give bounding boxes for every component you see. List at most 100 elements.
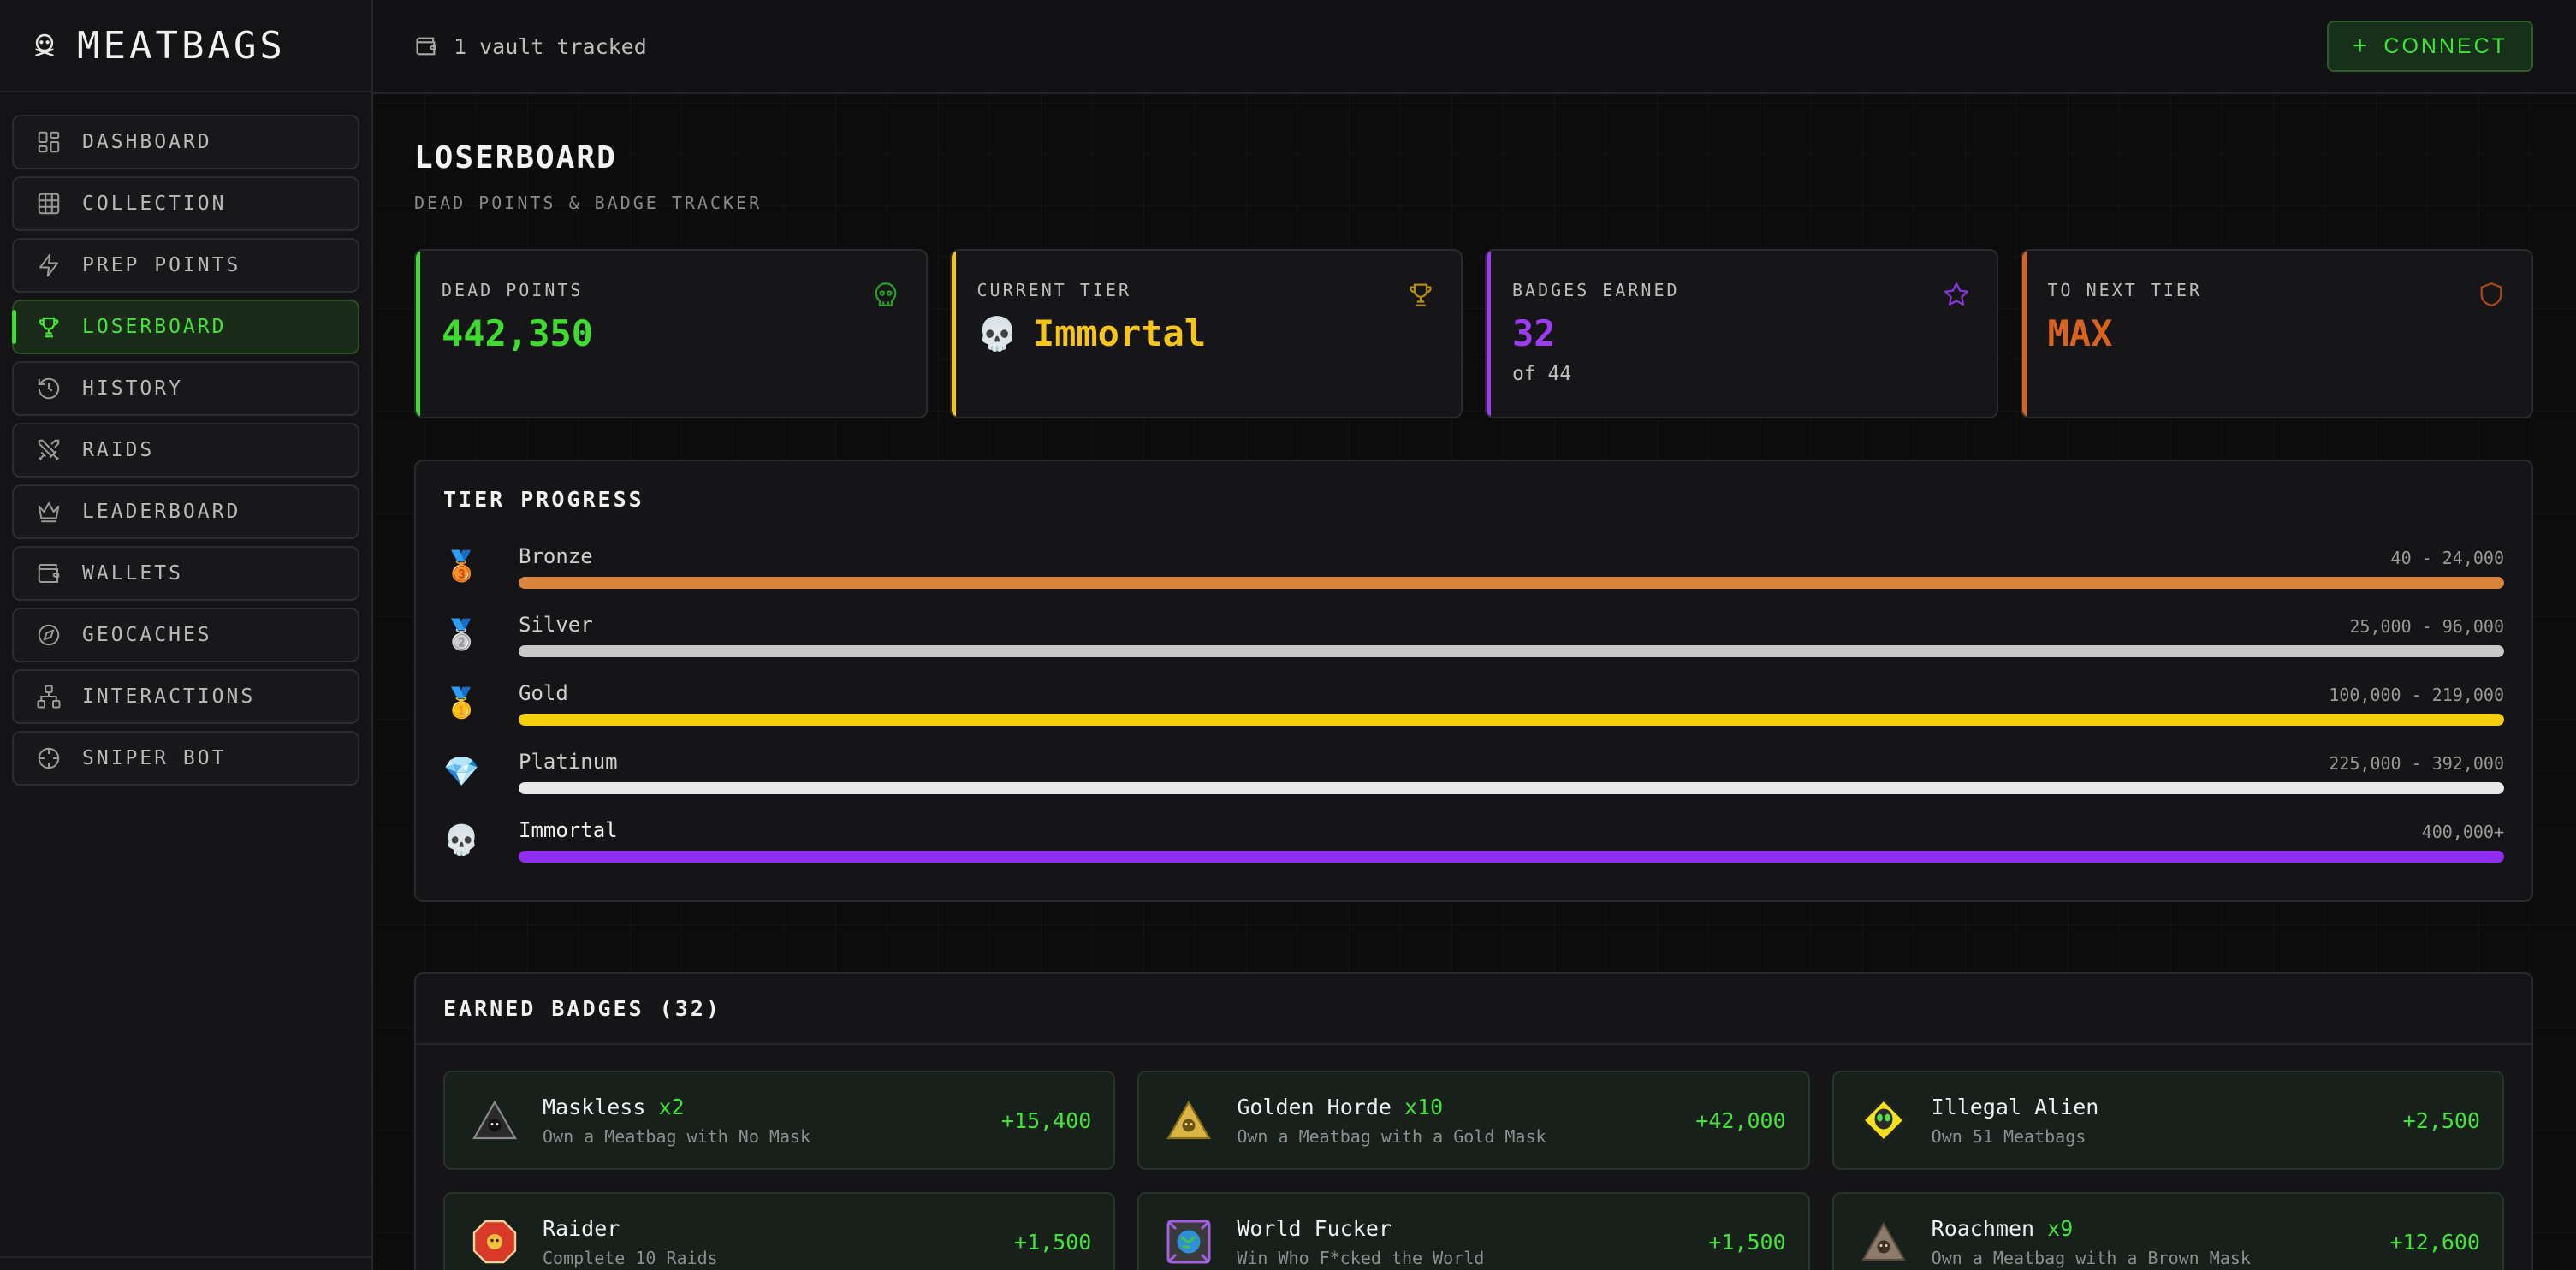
- crosshair-icon: [38, 747, 60, 769]
- tier-progress-panel: TIER PROGRESS 🥉 Bronze 40 - 24,000 🥈 Sil…: [414, 460, 2533, 902]
- badge-name: Illegal Alien: [1931, 1094, 2099, 1119]
- sidebar-item-sniper-bot[interactable]: SNIPER BOT: [12, 731, 359, 786]
- tier-progress-track: [519, 782, 2504, 794]
- sidebar-item-label: LOSERBOARD: [82, 316, 227, 338]
- skull-icon: [875, 282, 896, 306]
- brand[interactable]: MEATBAGS: [0, 0, 371, 92]
- sidebar-item-label: LEADERBOARD: [82, 501, 241, 523]
- badge-description: Own a Meatbag with a Brown Mask: [1931, 1247, 2251, 1268]
- stat-value: 💀 Immortal: [977, 312, 1436, 354]
- tier-progress-fill: [519, 782, 2504, 794]
- current-tier-name: Immortal: [1032, 312, 1207, 354]
- crown-icon: [38, 502, 60, 523]
- sidebar-item-label: WALLETS: [82, 562, 183, 585]
- tier-range: 25,000 - 96,000: [2349, 616, 2504, 637]
- tier-progress-track: [519, 645, 2504, 657]
- stat-value: 442,350: [442, 312, 594, 354]
- stat-label: DEAD POINTS: [442, 280, 584, 300]
- trophy-icon: [1410, 283, 1432, 306]
- sidebar: MEATBAGS DASHBOARD COLLECTION PREP POINT…: [0, 0, 373, 1270]
- roachmen-badge-icon: [1861, 1221, 1906, 1261]
- history-icon: [38, 377, 60, 400]
- sidebar-item-prep-points[interactable]: PREP POINTS: [12, 238, 359, 293]
- tier-progress-track: [519, 577, 2504, 589]
- sidebar-item-leaderboard[interactable]: LEADERBOARD: [12, 484, 359, 539]
- sidebar-item-dashboard[interactable]: DASHBOARD: [12, 115, 359, 169]
- badge-points: +2,500: [2402, 1107, 2480, 1133]
- sidebar-item-label: HISTORY: [82, 377, 183, 400]
- badge-card-golden-horde[interactable]: Golden Horde x10 Own a Meatbag with a Go…: [1137, 1071, 1810, 1170]
- badge-name: Golden Horde: [1237, 1094, 1392, 1119]
- bronze-medal-icon: 🥉: [443, 549, 480, 584]
- app: MEATBAGS DASHBOARD COLLECTION PREP POINT…: [0, 0, 2576, 1270]
- shield-icon: [2480, 282, 2502, 306]
- sidebar-item-collection[interactable]: COLLECTION: [12, 176, 359, 231]
- loserboard-page: LOSERBOARD DEAD POINTS & BADGE TRACKER D…: [373, 94, 2576, 1270]
- badge-description: Win Who F*cked the World: [1237, 1247, 1485, 1268]
- wallet-icon: [416, 37, 436, 56]
- sidebar-item-loserboard[interactable]: LOSERBOARD: [12, 300, 359, 354]
- diamond-icon: 💎: [443, 755, 480, 789]
- dashboard-icon: [38, 131, 60, 153]
- main-content: 1 vault tracked + CONNECT LOSERBOARD DEA…: [373, 0, 2576, 1270]
- badges-grid: Maskless x2 Own a Meatbag with No Mask +…: [416, 1045, 2531, 1270]
- vault-count-text: 1 vault tracked: [454, 33, 647, 59]
- topbar: 1 vault tracked + CONNECT: [373, 0, 2576, 94]
- sidebar-item-interactions[interactable]: INTERACTIONS: [12, 669, 359, 724]
- stats-row: DEAD POINTS 442,350 CURRENT TIER 💀 Immor…: [414, 249, 2533, 418]
- stat-card-to-next-tier: TO NEXT TIER MAX: [2020, 249, 2533, 418]
- badge-name: Raider: [543, 1215, 620, 1241]
- stat-sub: of 44: [1512, 363, 1572, 385]
- badge-multiplier: x9: [2047, 1215, 2074, 1241]
- network-icon: [37, 685, 61, 709]
- tier-progress-track: [519, 851, 2504, 863]
- badge-points: +42,000: [1695, 1107, 1786, 1133]
- stat-label: CURRENT TIER: [976, 280, 1131, 300]
- raider-badge-icon: [472, 1220, 517, 1264]
- tier-range: 40 - 24,000: [2390, 548, 2504, 568]
- tier-name: Bronze: [519, 544, 593, 568]
- stat-card-current-tier: CURRENT TIER 💀 Immortal: [949, 249, 1463, 418]
- badge-name: Maskless: [543, 1094, 646, 1119]
- swords-icon: [38, 439, 60, 460]
- grid-icon: [38, 193, 60, 215]
- badge-card-raider[interactable]: Raider Complete 10 Raids +1,500: [443, 1192, 1116, 1270]
- badge-card-roachmen[interactable]: Roachmen x9 Own a Meatbag with a Brown M…: [1831, 1192, 2504, 1270]
- tier-name: Platinum: [519, 750, 618, 774]
- tier-progress-fill: [519, 851, 2504, 863]
- stat-label: BADGES EARNED: [1512, 280, 1680, 300]
- badge-card-illegal-alien[interactable]: Illegal Alien Own 51 Meatbags +2,500: [1831, 1071, 2504, 1170]
- sidebar-item-wallets[interactable]: WALLETS: [12, 546, 359, 601]
- sidebar-item-label: GEOCACHES: [82, 624, 212, 646]
- stat-label: TO NEXT TIER: [2047, 280, 2202, 300]
- earned-badges-header: EARNED BADGES (32): [416, 974, 2531, 1045]
- earned-badges-panel: EARNED BADGES (32) Maskless x2 Own a Mea…: [414, 972, 2533, 1270]
- stat-value: 32: [1512, 312, 1556, 354]
- sidebar-item-history[interactable]: HISTORY: [12, 361, 359, 416]
- lightning-icon: [39, 253, 58, 277]
- sidebar-nav: DASHBOARD COLLECTION PREP POINTS LOSERBO…: [0, 92, 371, 786]
- sidebar-item-raids[interactable]: RAIDS: [12, 423, 359, 478]
- badge-card-maskless[interactable]: Maskless x2 Own a Meatbag with No Mask +…: [443, 1071, 1116, 1170]
- tier-range: 100,000 - 219,000: [2329, 685, 2504, 705]
- tier-row-silver: 🥈 Silver 25,000 - 96,000: [443, 601, 2504, 669]
- badge-name: World Fucker: [1237, 1215, 1392, 1241]
- world-badge-icon: [1166, 1220, 1211, 1264]
- sidebar-item-label: RAIDS: [82, 439, 155, 461]
- page-subtitle: DEAD POINTS & BADGE TRACKER: [414, 193, 763, 213]
- skull-emoji-icon: 💀: [443, 823, 480, 858]
- tier-name: Gold: [519, 681, 568, 705]
- skull-emoji-icon: 💀: [976, 314, 1018, 353]
- badge-points: +1,500: [1708, 1229, 1786, 1255]
- connect-button[interactable]: + CONNECT: [2326, 21, 2533, 72]
- golden-horde-badge-icon: [1166, 1100, 1212, 1140]
- badge-description: Own a Meatbag with No Mask: [543, 1125, 811, 1147]
- stat-card-badges-earned: BADGES EARNED 32 of 44: [1485, 249, 1998, 418]
- earned-badges-title: EARNED BADGES (32): [443, 996, 721, 1021]
- badge-points: +15,400: [1000, 1107, 1092, 1133]
- connect-label: CONNECT: [2383, 33, 2508, 58]
- sidebar-item-geocaches[interactable]: GEOCACHES: [12, 608, 359, 662]
- tier-row-immortal: 💀 Immortal 400,000+: [443, 806, 2504, 875]
- badge-card-world-fucker[interactable]: World Fucker Win Who F*cked the World +1…: [1137, 1192, 1810, 1270]
- tier-name: Immortal: [519, 818, 618, 842]
